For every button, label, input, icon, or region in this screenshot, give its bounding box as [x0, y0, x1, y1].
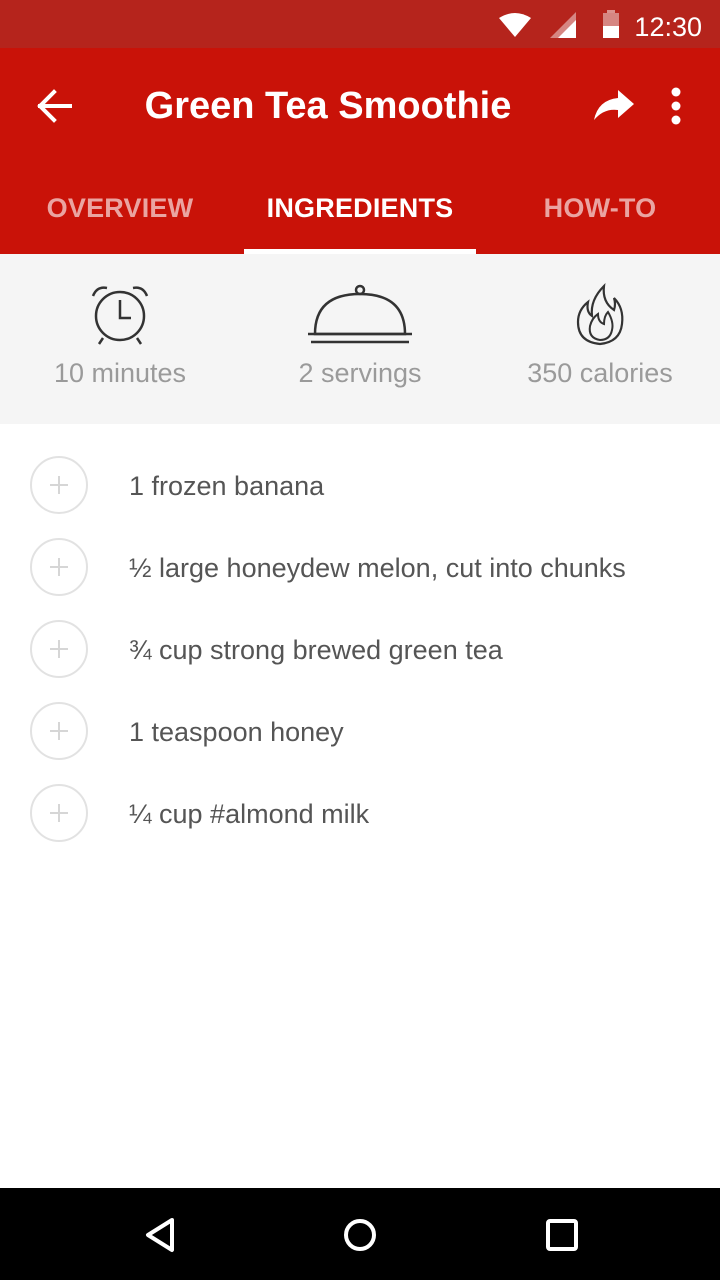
nav-home-button[interactable] — [336, 1214, 384, 1256]
ingredient-text: 1 teaspoon honey — [129, 717, 344, 747]
wifi-icon — [499, 13, 531, 37]
stat-calories-label: 350 calories — [527, 358, 673, 388]
list-item: ¼ cup #almond milk — [0, 772, 720, 854]
add-ingredient-button[interactable] — [30, 702, 88, 760]
recents-square-icon — [546, 1219, 578, 1251]
serving-dish-icon — [308, 284, 412, 344]
stat-servings: 2 servings — [240, 254, 480, 424]
status-time: 12:30 — [634, 12, 702, 42]
tab-bar: OVERVIEW INGREDIENTS HOW-TO — [0, 174, 720, 254]
app-bar: Green Tea Smoothie OVERVIEW INGREDIENTS … — [0, 48, 720, 254]
system-nav-bar — [0, 1188, 720, 1280]
flame-icon — [576, 282, 624, 346]
home-circle-icon — [344, 1219, 376, 1251]
page-title: Green Tea Smoothie — [144, 85, 512, 127]
stat-servings-label: 2 servings — [298, 358, 422, 388]
stat-time: 10 minutes — [0, 254, 240, 424]
ingredient-list: 1 frozen banana ½ large honeydew melon, … — [0, 444, 720, 854]
share-icon — [594, 90, 634, 120]
ingredient-text: 1 frozen banana — [129, 471, 325, 501]
add-ingredient-button[interactable] — [30, 620, 88, 678]
ingredient-text: ½ large honeydew melon, cut into chunks — [129, 553, 626, 583]
add-ingredient-button[interactable] — [30, 784, 88, 842]
nav-recents-button[interactable] — [538, 1214, 586, 1256]
tab-how-to[interactable]: HOW-TO — [480, 174, 720, 254]
tab-ingredients[interactable]: INGREDIENTS — [240, 174, 480, 254]
back-triangle-icon — [146, 1218, 174, 1252]
recipe-stats: 10 minutes 2 servings 350 calories — [0, 254, 720, 424]
cell-signal-icon — [550, 12, 576, 38]
add-ingredient-button[interactable] — [30, 456, 88, 514]
status-bar: 12:30 — [0, 0, 720, 48]
list-item: 1 frozen banana — [0, 444, 720, 526]
ingredient-text: ¾ cup strong brewed green tea — [129, 635, 503, 665]
more-vertical-icon — [671, 87, 681, 125]
stat-time-label: 10 minutes — [53, 358, 187, 388]
alarm-clock-icon — [91, 286, 149, 345]
ingredient-text: ¼ cup #almond milk — [129, 799, 370, 829]
tab-overview[interactable]: OVERVIEW — [0, 174, 240, 254]
more-options-button[interactable] — [656, 82, 696, 130]
nav-back-button[interactable] — [136, 1214, 184, 1256]
share-button[interactable] — [584, 82, 640, 130]
battery-icon — [603, 10, 619, 38]
add-ingredient-button[interactable] — [30, 538, 88, 596]
list-item: 1 teaspoon honey — [0, 690, 720, 772]
list-item: ¾ cup strong brewed green tea — [0, 608, 720, 690]
stat-calories: 350 calories — [480, 254, 720, 424]
list-item: ½ large honeydew melon, cut into chunks — [0, 526, 720, 608]
